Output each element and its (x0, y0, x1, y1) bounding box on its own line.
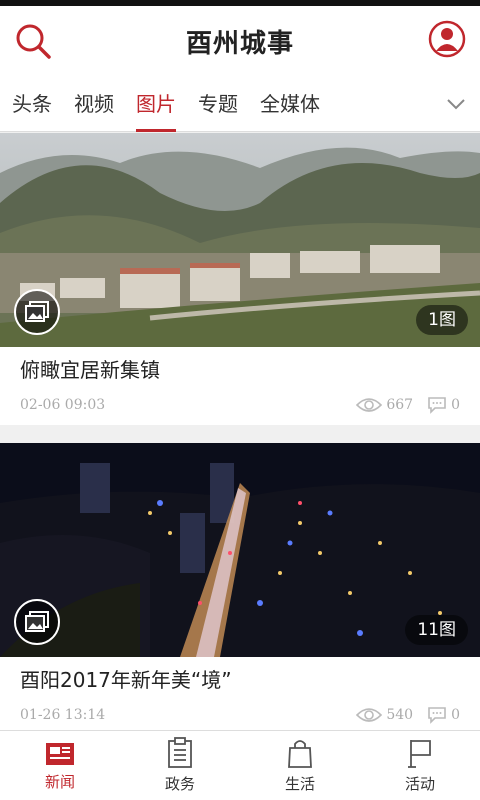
comment-count-value: 0 (451, 397, 460, 413)
card-photo[interactable]: 11图 (0, 443, 480, 657)
flag-icon (408, 740, 431, 768)
view-count-value: 540 (386, 707, 414, 723)
view-count: 667 (356, 396, 413, 414)
town-landscape-photo (0, 133, 480, 347)
app-header: 酉州城事 (0, 6, 480, 76)
publish-date: 02-06 09:03 (20, 397, 106, 413)
tab-headlines[interactable]: 头条 (12, 76, 52, 132)
nav-government-label: 政务 (164, 775, 195, 793)
chevron-down-icon[interactable] (444, 92, 468, 116)
card-title[interactable]: 酉阳2017年新年美“境” (0, 657, 480, 695)
tab-all-media[interactable]: 全媒体 (260, 76, 320, 132)
view-count-value: 667 (386, 397, 414, 413)
category-tabs: 头条 视频 图片 专题 全媒体 (0, 76, 480, 132)
view-count: 540 (356, 706, 413, 724)
bottom-navigation: 新闻 政务 生活 活动 (0, 730, 480, 800)
tab-topics[interactable]: 专题 (198, 76, 238, 132)
card-photo[interactable]: 1图 (0, 133, 480, 347)
clipboard-icon (168, 737, 192, 768)
nav-government[interactable]: 政务 (120, 731, 240, 800)
comment-count[interactable]: 0 (427, 706, 460, 724)
shopping-bag-icon (288, 740, 312, 768)
photo-count-badge: 1图 (416, 305, 468, 335)
eye-icon (356, 398, 383, 412)
photo-count-badge: 11图 (405, 615, 468, 645)
nav-news[interactable]: 新闻 (0, 731, 120, 800)
news-card[interactable]: 1图 俯瞰宜居新集镇 02-06 09:03 667 0 (0, 133, 480, 425)
card-meta: 02-06 09:03 667 0 (0, 385, 480, 425)
search-icon[interactable] (14, 22, 52, 60)
card-title[interactable]: 俯瞰宜居新集镇 (0, 347, 480, 385)
app-title: 酉州城事 (185, 28, 294, 59)
card-meta: 01-26 13:14 540 0 (0, 695, 480, 735)
image-gallery-icon (14, 599, 60, 645)
publish-date: 01-26 13:14 (20, 707, 106, 723)
nav-news-label: 新闻 (44, 773, 75, 791)
tab-pictures[interactable]: 图片 (136, 76, 176, 132)
eye-icon (356, 708, 383, 722)
comment-icon (428, 707, 446, 724)
comment-icon (428, 397, 446, 414)
nav-life-label: 生活 (284, 775, 315, 793)
user-profile-icon[interactable] (428, 20, 466, 58)
photo-feed: 1图 俯瞰宜居新集镇 02-06 09:03 667 0 11图 酉阳2017年… (0, 133, 480, 753)
newspaper-icon (46, 743, 74, 765)
news-card[interactable]: 11图 酉阳2017年新年美“境” 01-26 13:14 540 0 (0, 443, 480, 735)
nav-life[interactable]: 生活 (240, 731, 360, 800)
comment-count[interactable]: 0 (427, 396, 460, 414)
nav-events-label: 活动 (404, 775, 435, 793)
tab-video[interactable]: 视频 (74, 76, 114, 132)
comment-count-value: 0 (451, 707, 460, 723)
image-gallery-icon (14, 289, 60, 335)
nav-events[interactable]: 活动 (360, 731, 480, 800)
